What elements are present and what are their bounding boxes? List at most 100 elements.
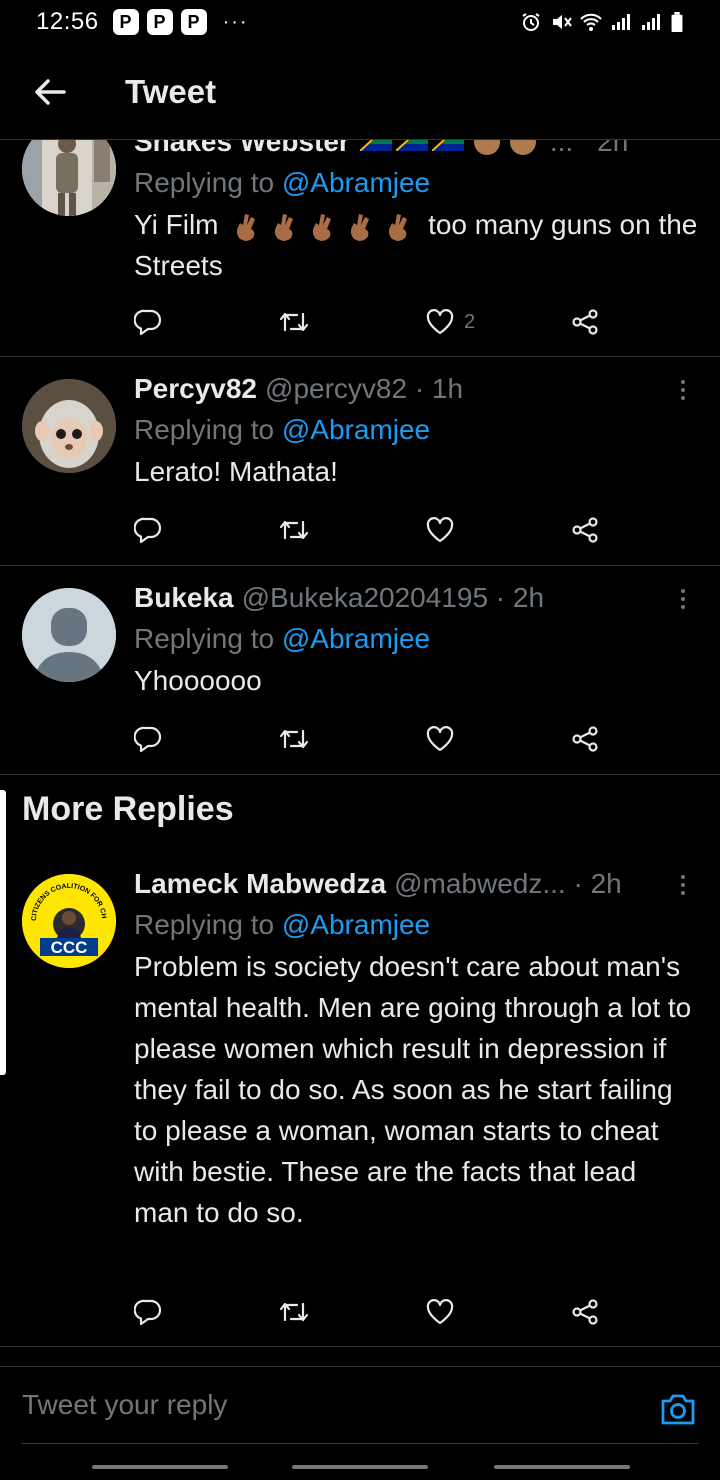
like-icon bbox=[426, 309, 454, 335]
tweet-header: Percyv82 @percyv82 · 1h bbox=[134, 369, 698, 409]
more-replies-heading: More Replies bbox=[22, 790, 234, 828]
mention-link[interactable]: @Abramjee bbox=[282, 909, 430, 940]
reply-input[interactable] bbox=[22, 1389, 582, 1421]
avatar[interactable] bbox=[22, 379, 116, 473]
tweet-body: Percyv82 @percyv82 · 1h Replying to @Abr… bbox=[134, 369, 698, 492]
more-options-button[interactable] bbox=[668, 375, 698, 405]
avatar[interactable] bbox=[22, 140, 116, 216]
avatar[interactable]: CITIZENS COALITION FOR CHANGE CCC bbox=[22, 874, 116, 968]
tweet[interactable]: Shakes Webster ... 2h Replying to @Abram… bbox=[0, 140, 720, 357]
back-arrow-icon bbox=[35, 78, 66, 105]
top-app-bar: Tweet bbox=[0, 44, 720, 140]
display-name[interactable]: Shakes Webster bbox=[134, 140, 350, 158]
notification-icons: P P P bbox=[112, 9, 207, 35]
tweet-header: Shakes Webster ... 2h bbox=[134, 140, 698, 162]
mention-link[interactable]: @Abramjee bbox=[282, 167, 430, 198]
camera-button[interactable] bbox=[658, 1389, 698, 1429]
back-nav-button[interactable] bbox=[494, 1465, 630, 1469]
flag-icon bbox=[431, 140, 464, 151]
reply-button[interactable] bbox=[134, 517, 162, 543]
display-name[interactable]: Bukeka bbox=[134, 582, 234, 614]
reply-feed[interactable]: Shakes Webster ... 2h Replying to @Abram… bbox=[0, 140, 720, 1365]
battery-icon bbox=[671, 12, 683, 32]
mute-icon bbox=[553, 15, 572, 29]
mention-link[interactable]: @Abramjee bbox=[282, 414, 430, 445]
tweet-text: Yi Film too many guns on the Streets bbox=[134, 209, 698, 281]
share-button[interactable] bbox=[571, 309, 599, 335]
share-button[interactable] bbox=[571, 726, 599, 752]
tweet-body: Lameck Mabwedza @mabwedz... · 2h Replyin… bbox=[134, 864, 698, 1233]
tweet[interactable]: Bukeka @Bukeka20204195 · 2h Replying to … bbox=[0, 566, 720, 775]
mention-link[interactable]: @Abramjee bbox=[282, 623, 430, 654]
reply-button[interactable] bbox=[134, 726, 162, 752]
emoji-icon bbox=[509, 140, 536, 155]
retweet-icon bbox=[279, 729, 309, 749]
flag-icon bbox=[359, 140, 392, 151]
tweet-actions: 2 bbox=[134, 302, 614, 342]
system-nav-bar bbox=[0, 1446, 720, 1480]
handle-truncation: ... bbox=[549, 140, 574, 157]
tweet-header: Lameck Mabwedza @mabwedz... · 2h bbox=[134, 864, 698, 904]
replying-to: Replying to @Abramjee bbox=[134, 623, 431, 654]
display-name[interactable]: Lameck Mabwedza bbox=[134, 868, 386, 900]
tweet-actions bbox=[134, 719, 614, 759]
page-title: Tweet bbox=[125, 72, 217, 110]
reply-icon bbox=[134, 1299, 162, 1325]
retweet-icon bbox=[279, 312, 309, 332]
replying-to: Replying to @Abramjee bbox=[134, 909, 431, 940]
reply-icon bbox=[134, 517, 162, 543]
more-options-button[interactable] bbox=[668, 584, 698, 614]
reply-icon bbox=[134, 309, 162, 335]
tweet[interactable]: Percyv82 @percyv82 · 1h Replying to @Abr… bbox=[0, 357, 720, 566]
flag-emojis bbox=[359, 140, 536, 155]
like-icon bbox=[426, 517, 454, 543]
tweet-body: Bukeka @Bukeka20204195 · 2h Replying to … bbox=[134, 578, 698, 701]
wifi-icon bbox=[580, 13, 602, 31]
tweet-actions bbox=[134, 510, 614, 550]
tweet-actions bbox=[134, 1292, 614, 1332]
share-icon bbox=[572, 517, 598, 543]
like-icon bbox=[426, 726, 454, 752]
share-icon bbox=[572, 726, 598, 752]
retweet-icon bbox=[279, 1302, 309, 1322]
like-icon bbox=[426, 1299, 454, 1325]
share-icon bbox=[572, 1299, 598, 1325]
reply-button[interactable] bbox=[134, 1299, 162, 1325]
reply-button[interactable] bbox=[134, 309, 162, 335]
recents-nav-button[interactable] bbox=[92, 1465, 228, 1469]
home-nav-button[interactable] bbox=[292, 1465, 428, 1469]
retweet-button[interactable] bbox=[279, 310, 309, 334]
like-button[interactable] bbox=[426, 517, 454, 543]
more-notifications-icon: ··· bbox=[222, 10, 249, 33]
emoji-icon bbox=[473, 140, 500, 155]
tweet-header: Bukeka @Bukeka20204195 · 2h bbox=[134, 578, 698, 618]
scroll-indicator[interactable] bbox=[0, 790, 6, 1075]
divider bbox=[22, 1443, 698, 1444]
svg-text:CCC: CCC bbox=[51, 938, 88, 957]
retweet-button[interactable] bbox=[279, 727, 309, 751]
retweet-button[interactable] bbox=[279, 518, 309, 542]
avatar[interactable] bbox=[22, 588, 116, 682]
notification-app-icon: P bbox=[146, 9, 173, 35]
display-name[interactable]: Percyv82 bbox=[134, 373, 257, 405]
fingers-crossed-emojis bbox=[234, 213, 412, 241]
status-bar: 12:56 P P P ··· bbox=[0, 0, 720, 44]
back-button[interactable] bbox=[20, 62, 80, 122]
like-button[interactable]: 2 bbox=[426, 309, 475, 335]
share-icon bbox=[572, 309, 598, 335]
signal-icon bbox=[612, 14, 630, 30]
handle-and-time: @percyv82 · 1h bbox=[265, 373, 464, 404]
signal-icon bbox=[642, 14, 660, 30]
like-button[interactable] bbox=[426, 726, 454, 752]
alarm-icon bbox=[522, 13, 540, 31]
status-time: 12:56 bbox=[36, 8, 99, 35]
like-button[interactable] bbox=[426, 1299, 454, 1325]
handle-and-time: @Bukeka20204195 · 2h bbox=[241, 582, 545, 613]
share-button[interactable] bbox=[571, 1299, 599, 1325]
more-options-button[interactable] bbox=[668, 870, 698, 900]
share-button[interactable] bbox=[571, 517, 599, 543]
retweet-icon bbox=[279, 520, 309, 540]
tweet[interactable]: CITIZENS COALITION FOR CHANGE CCC Lameck… bbox=[0, 852, 720, 1347]
retweet-button[interactable] bbox=[279, 1300, 309, 1324]
default-avatar-icon bbox=[22, 588, 116, 682]
